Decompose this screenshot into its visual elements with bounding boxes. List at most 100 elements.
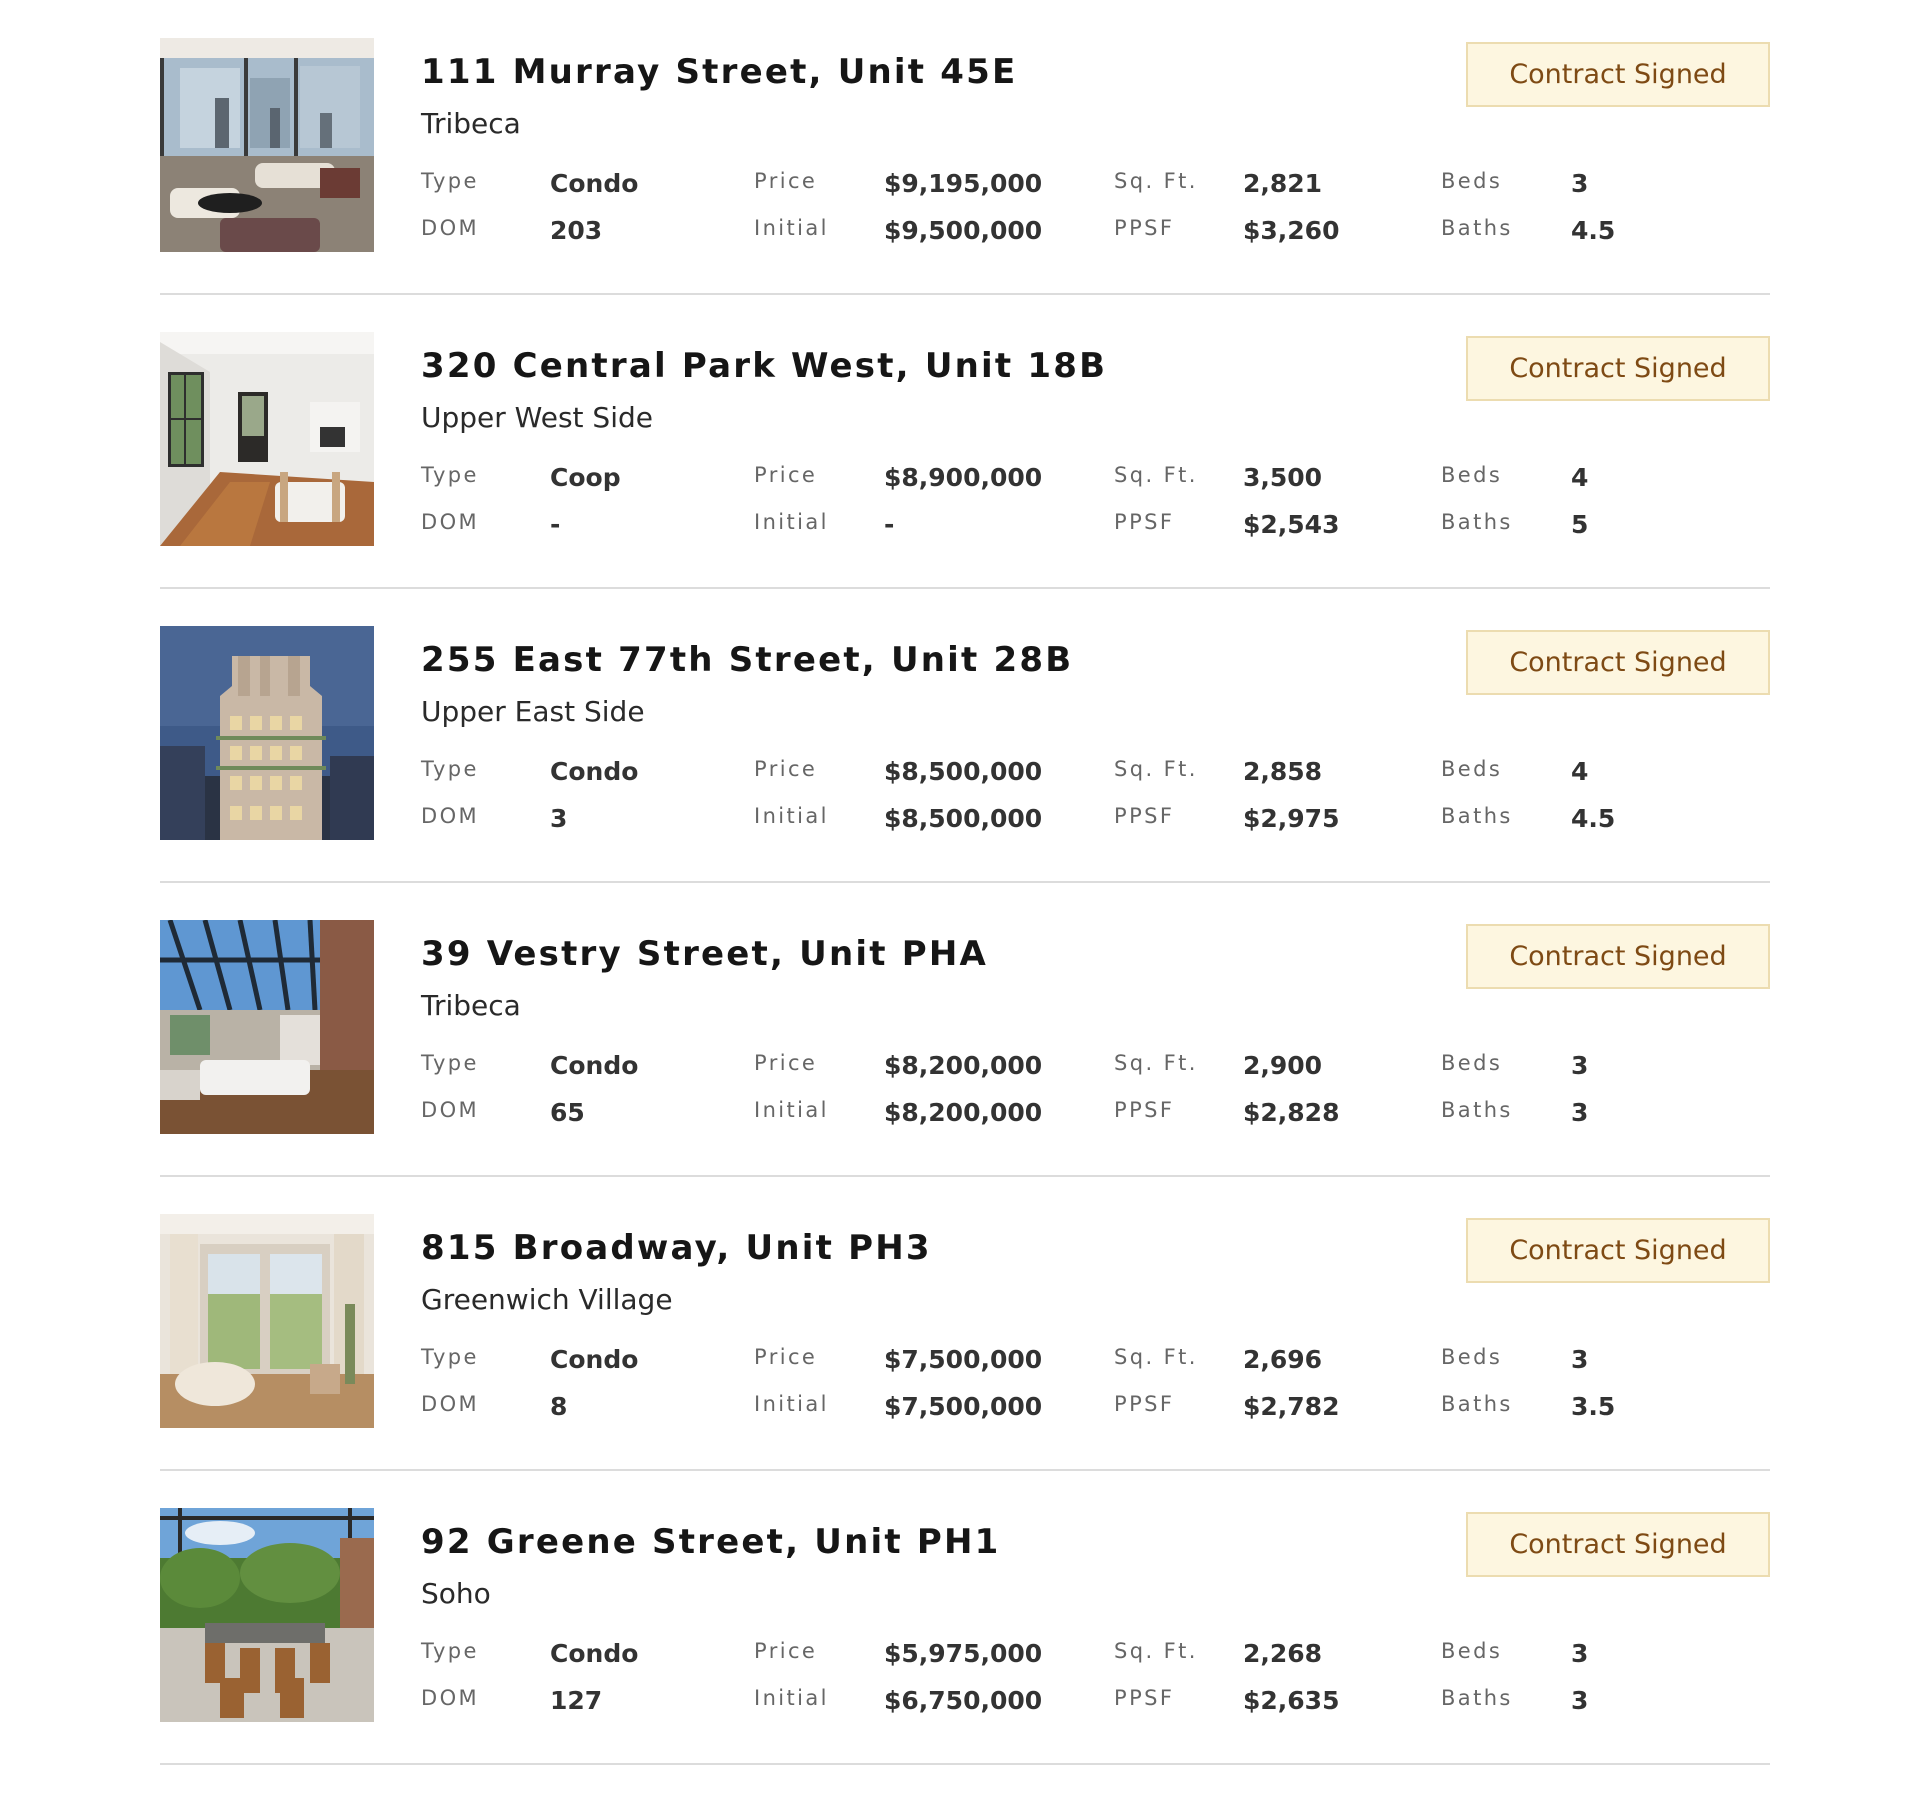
status-badge: Contract Signed bbox=[1466, 1218, 1770, 1283]
listing-address[interactable]: 815 Broadway, Unit PH3 bbox=[421, 1228, 932, 1268]
listing-divider bbox=[160, 1763, 1770, 1765]
type-value: Condo bbox=[550, 1345, 639, 1374]
type-label: Type bbox=[421, 757, 479, 781]
listing-address[interactable]: 92 Greene Street, Unit PH1 bbox=[421, 1522, 1000, 1562]
dom-value: 65 bbox=[550, 1098, 585, 1127]
listing-card[interactable]: 255 East 77th Street, Unit 28B Upper Eas… bbox=[160, 626, 1770, 920]
ppsf-value: $2,543 bbox=[1243, 510, 1340, 539]
baths-value: 3 bbox=[1571, 1098, 1589, 1127]
white-living-room-photo bbox=[160, 332, 374, 546]
beds-label: Beds bbox=[1441, 1051, 1503, 1075]
listing-photo[interactable] bbox=[160, 920, 374, 1134]
sqft-value: 3,500 bbox=[1243, 463, 1323, 492]
listing-card[interactable]: 815 Broadway, Unit PH3 Greenwich Village… bbox=[160, 1214, 1770, 1508]
dom-label: DOM bbox=[421, 216, 480, 240]
ppsf-value: $2,828 bbox=[1243, 1098, 1340, 1127]
price-value: $8,900,000 bbox=[884, 463, 1043, 492]
ppsf-label: PPSF bbox=[1114, 1686, 1175, 1710]
dom-value: 127 bbox=[550, 1686, 603, 1715]
initial-value: $6,750,000 bbox=[884, 1686, 1043, 1715]
price-label: Price bbox=[754, 1345, 818, 1369]
ppsf-value: $2,782 bbox=[1243, 1392, 1340, 1421]
price-value: $8,500,000 bbox=[884, 757, 1043, 786]
bright-living-room-photo bbox=[160, 1214, 374, 1428]
dom-value: 8 bbox=[550, 1392, 568, 1421]
ppsf-label: PPSF bbox=[1114, 1392, 1175, 1416]
baths-label: Baths bbox=[1441, 1392, 1513, 1416]
sqft-value: 2,900 bbox=[1243, 1051, 1323, 1080]
beds-value: 3 bbox=[1571, 169, 1589, 198]
listing-card[interactable]: 320 Central Park West, Unit 18B Upper We… bbox=[160, 332, 1770, 626]
ppsf-value: $2,635 bbox=[1243, 1686, 1340, 1715]
ppsf-label: PPSF bbox=[1114, 1098, 1175, 1122]
sqft-label: Sq. Ft. bbox=[1114, 1345, 1198, 1369]
initial-label: Initial bbox=[754, 1686, 829, 1710]
baths-value: 3.5 bbox=[1571, 1392, 1616, 1421]
tower-dusk-photo bbox=[160, 626, 374, 840]
baths-value: 5 bbox=[1571, 510, 1589, 539]
listing-card[interactable]: 92 Greene Street, Unit PH1 Soho Contract… bbox=[160, 1508, 1770, 1802]
status-badge: Contract Signed bbox=[1466, 336, 1770, 401]
listing-photo[interactable] bbox=[160, 1508, 374, 1722]
listing-neighborhood: Upper West Side bbox=[421, 401, 653, 434]
sqft-label: Sq. Ft. bbox=[1114, 169, 1198, 193]
beds-value: 3 bbox=[1571, 1639, 1589, 1668]
dom-value: 3 bbox=[550, 804, 568, 833]
status-badge: Contract Signed bbox=[1466, 630, 1770, 695]
listing-address[interactable]: 111 Murray Street, Unit 45E bbox=[421, 52, 1017, 92]
type-value: Condo bbox=[550, 1051, 639, 1080]
beds-value: 3 bbox=[1571, 1051, 1589, 1080]
baths-value: 4.5 bbox=[1571, 804, 1616, 833]
initial-value: $8,200,000 bbox=[884, 1098, 1043, 1127]
beds-label: Beds bbox=[1441, 169, 1503, 193]
sqft-value: 2,821 bbox=[1243, 169, 1323, 198]
beds-value: 4 bbox=[1571, 463, 1589, 492]
listing-neighborhood: Tribeca bbox=[421, 989, 521, 1022]
dom-label: DOM bbox=[421, 804, 480, 828]
price-value: $5,975,000 bbox=[884, 1639, 1043, 1668]
listing-photo[interactable] bbox=[160, 626, 374, 840]
sqft-value: 2,858 bbox=[1243, 757, 1323, 786]
dom-value: 203 bbox=[550, 216, 603, 245]
initial-label: Initial bbox=[754, 510, 829, 534]
baths-value: 3 bbox=[1571, 1686, 1589, 1715]
listing-divider bbox=[160, 587, 1770, 589]
listing-address[interactable]: 39 Vestry Street, Unit PHA bbox=[421, 934, 988, 974]
price-label: Price bbox=[754, 169, 818, 193]
initial-value: - bbox=[884, 510, 895, 539]
sqft-value: 2,268 bbox=[1243, 1639, 1323, 1668]
baths-label: Baths bbox=[1441, 804, 1513, 828]
initial-label: Initial bbox=[754, 804, 829, 828]
listing-address[interactable]: 255 East 77th Street, Unit 28B bbox=[421, 640, 1073, 680]
type-label: Type bbox=[421, 1639, 479, 1663]
beds-label: Beds bbox=[1441, 1345, 1503, 1369]
price-value: $8,200,000 bbox=[884, 1051, 1043, 1080]
baths-label: Baths bbox=[1441, 1098, 1513, 1122]
listing-neighborhood: Upper East Side bbox=[421, 695, 645, 728]
initial-label: Initial bbox=[754, 1098, 829, 1122]
sqft-label: Sq. Ft. bbox=[1114, 1639, 1198, 1663]
initial-label: Initial bbox=[754, 216, 829, 240]
sqft-label: Sq. Ft. bbox=[1114, 463, 1198, 487]
baths-value: 4.5 bbox=[1571, 216, 1616, 245]
initial-label: Initial bbox=[754, 1392, 829, 1416]
sqft-label: Sq. Ft. bbox=[1114, 757, 1198, 781]
price-label: Price bbox=[754, 1639, 818, 1663]
dom-label: DOM bbox=[421, 1098, 480, 1122]
type-value: Condo bbox=[550, 757, 639, 786]
type-label: Type bbox=[421, 1051, 479, 1075]
listing-photo[interactable] bbox=[160, 1214, 374, 1428]
type-value: Condo bbox=[550, 169, 639, 198]
listing-card[interactable]: 111 Murray Street, Unit 45E Tribeca Cont… bbox=[160, 38, 1770, 332]
listing-neighborhood: Soho bbox=[421, 1577, 491, 1610]
listing-divider bbox=[160, 1469, 1770, 1471]
listing-photo[interactable] bbox=[160, 38, 374, 252]
listing-divider bbox=[160, 881, 1770, 883]
listing-photo[interactable] bbox=[160, 332, 374, 546]
status-badge: Contract Signed bbox=[1466, 1512, 1770, 1577]
listing-divider bbox=[160, 293, 1770, 295]
listing-address[interactable]: 320 Central Park West, Unit 18B bbox=[421, 346, 1107, 386]
type-label: Type bbox=[421, 169, 479, 193]
listing-card[interactable]: 39 Vestry Street, Unit PHA Tribeca Contr… bbox=[160, 920, 1770, 1214]
type-label: Type bbox=[421, 1345, 479, 1369]
